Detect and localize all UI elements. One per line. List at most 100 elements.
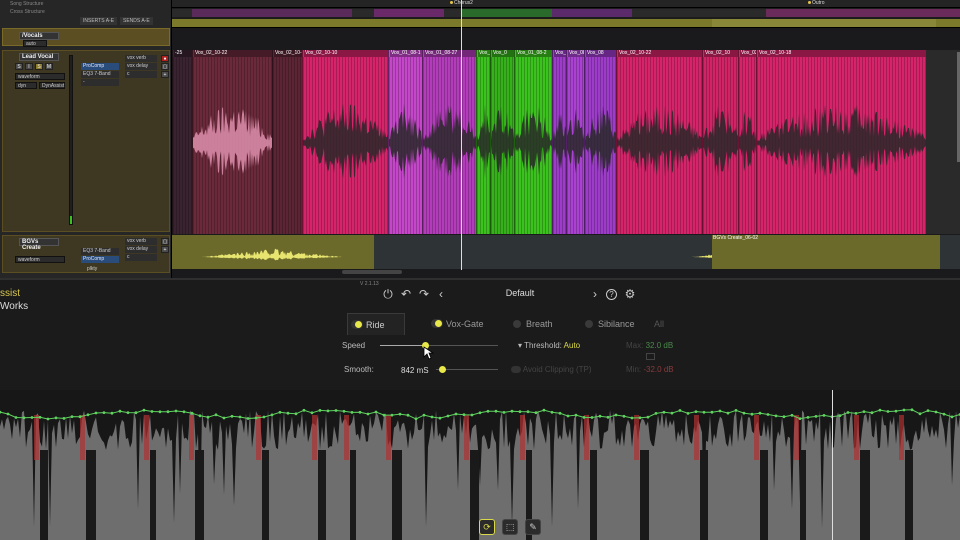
mute-button[interactable]: M: [45, 63, 53, 70]
audio-region[interactable]: -25: [172, 50, 192, 234]
insert-slot-2[interactable]: ProComp: [81, 256, 119, 263]
send-slot-3[interactable]: c: [125, 71, 157, 78]
audio-region[interactable]: Vox_08: [584, 50, 616, 234]
marker-ruler[interactable]: Chorus2 Outro: [172, 0, 960, 8]
sends-header[interactable]: SENDS A-E: [120, 17, 153, 25]
add-icon[interactable]: +: [161, 246, 169, 253]
toggle-icon[interactable]: [431, 319, 443, 328]
gear-icon[interactable]: ⚙: [623, 287, 637, 301]
solo-safe-button[interactable]: S: [15, 63, 23, 70]
region-name: Vox_0: [554, 50, 566, 57]
tab-sibilance[interactable]: Sibilance: [580, 313, 650, 335]
audio-region[interactable]: Vox_02_10-18: [756, 50, 926, 234]
playhead[interactable]: [461, 0, 462, 270]
send-slot-1[interactable]: vox verb: [125, 55, 157, 62]
arrangement-ruler[interactable]: [172, 8, 960, 28]
record-arm-icon[interactable]: ●: [161, 55, 169, 62]
ride-node: [790, 413, 794, 417]
track-name[interactable]: /Vocals: [19, 32, 59, 40]
audio-region[interactable]: Vox_02_10: [702, 50, 738, 234]
ride-node: [246, 417, 250, 420]
lead-vocal-lane[interactable]: -25 Vox_02_10-22 Vox_02_10- Vox_02_10-10 Vox…: [172, 50, 960, 234]
smooth-slider-knob[interactable]: [438, 366, 446, 373]
automation-param-select[interactable]: dyn: [15, 82, 37, 89]
audio-region[interactable]: Vox_02_10-22: [616, 50, 702, 234]
horizontal-scrollbar[interactable]: [342, 270, 402, 274]
toggle-icon[interactable]: [351, 320, 363, 329]
audio-region[interactable]: Vox_01_08-2: [514, 50, 552, 234]
track-name[interactable]: BGVs Create: [19, 238, 59, 251]
tab-vox-gate[interactable]: Vox-Gate: [428, 313, 498, 335]
tab-breath[interactable]: Breath: [508, 313, 568, 335]
threshold-control[interactable]: ▾ Threshold: Auto: [518, 341, 580, 350]
insert-slot-3[interactable]: -: [81, 79, 119, 86]
redo-icon[interactable]: ↷: [417, 287, 431, 301]
solo-button[interactable]: S: [35, 63, 43, 70]
insert-slot-2[interactable]: EQ3 7-Band: [81, 71, 119, 78]
audio-region[interactable]: Vox_02_10-: [272, 50, 302, 234]
track-lead-vocal[interactable]: Lead Vocal S I S M waveform dyn DynAssis…: [2, 50, 170, 232]
audio-region[interactable]: Vox_02: [476, 50, 490, 234]
level-meter: [69, 55, 73, 225]
bgv-region-right[interactable]: BGVs Create_06-02: [712, 235, 940, 269]
toggle-icon[interactable]: [511, 366, 521, 374]
ride-mode-icon[interactable]: ⟳: [479, 519, 495, 535]
toggle-icon[interactable]: [513, 320, 521, 328]
ride-graph[interactable]: [0, 390, 960, 540]
help-icon[interactable]: ?: [606, 289, 617, 300]
avoid-clipping-toggle[interactable]: Avoid Clipping (TP): [511, 365, 592, 374]
audio-region[interactable]: Vox_08-1: [566, 50, 584, 234]
tab-ride[interactable]: Ride: [347, 313, 405, 335]
toggle-icon[interactable]: [585, 320, 593, 328]
ride-node: [542, 408, 546, 412]
add-icon[interactable]: +: [161, 71, 169, 78]
selection-tool-icon[interactable]: ⬚: [502, 519, 518, 535]
track-view-select[interactable]: waveform: [15, 73, 65, 80]
send-slot-2[interactable]: vox delay: [125, 246, 157, 253]
smooth-value[interactable]: 842 mS: [401, 366, 429, 375]
lane-song-structure[interactable]: Song Structure: [2, 1, 43, 9]
track-vocals-folder[interactable]: /Vocals auto: [2, 28, 170, 47]
inserts-header[interactable]: INSERTS A-E: [80, 17, 118, 25]
min-value[interactable]: -32.0 dB: [643, 365, 673, 374]
undo-icon[interactable]: ↶: [399, 287, 413, 301]
input-monitor-icon[interactable]: ▢: [161, 63, 169, 70]
automation-plugin-select[interactable]: DynAssist: [39, 82, 65, 89]
audio-region[interactable]: Vox_0: [552, 50, 566, 234]
insert-slot-1[interactable]: EQ3 7-Band: [81, 248, 119, 255]
send-slot-1[interactable]: vox verb: [125, 238, 157, 245]
track-bgvs[interactable]: BGVs Create waveform EQ3 7-Band ProComp …: [2, 235, 170, 273]
pencil-icon[interactable]: ✎: [525, 519, 541, 535]
ride-node: [694, 410, 698, 413]
region-waveform: [739, 111, 756, 172]
chevron-right-icon[interactable]: ›: [588, 287, 602, 301]
lane-cross-structure[interactable]: Cross Structure: [2, 9, 45, 17]
ride-node: [678, 409, 682, 412]
avoid-clipping-label: Avoid Clipping (TP): [522, 365, 592, 374]
link-icon[interactable]: [646, 353, 655, 360]
bgv-lane[interactable]: BGVs Create_06-02: [172, 235, 960, 269]
audio-region[interactable]: Vox_01_08-1: [388, 50, 422, 234]
track-view-select[interactable]: waveform: [15, 256, 65, 263]
ride-node: [910, 408, 914, 412]
marker-outro[interactable]: Outro: [808, 0, 825, 6]
automation-mode[interactable]: auto: [23, 40, 47, 47]
audio-region[interactable]: Vox_01_08-27: [422, 50, 476, 234]
audio-region[interactable]: Vox_02_10-22: [192, 50, 272, 234]
timeline[interactable]: Chorus2 Outro -25 Vox_02_10-22 Vox_02_10- V…: [172, 0, 960, 278]
chevron-left-icon[interactable]: ‹: [434, 287, 448, 301]
track-name[interactable]: Lead Vocal: [19, 53, 59, 61]
insert-slot-1[interactable]: ProComp: [81, 63, 119, 70]
audio-region[interactable]: Vox_02_10-10: [302, 50, 388, 234]
region-name: Vox_0: [492, 50, 514, 57]
preset-name[interactable]: Default: [480, 288, 560, 298]
max-value[interactable]: 32.0 dB: [646, 341, 674, 350]
power-icon[interactable]: ⏻: [381, 287, 395, 301]
input-monitor-icon[interactable]: ▢: [161, 238, 169, 245]
input-button[interactable]: I: [25, 63, 33, 70]
send-slot-3[interactable]: c: [125, 254, 157, 261]
audio-region[interactable]: Vox_0: [490, 50, 514, 234]
audio-region[interactable]: Vox_02_10-3: [738, 50, 756, 234]
tab-all[interactable]: All: [642, 313, 672, 335]
send-slot-2[interactable]: vox delay: [125, 63, 157, 70]
